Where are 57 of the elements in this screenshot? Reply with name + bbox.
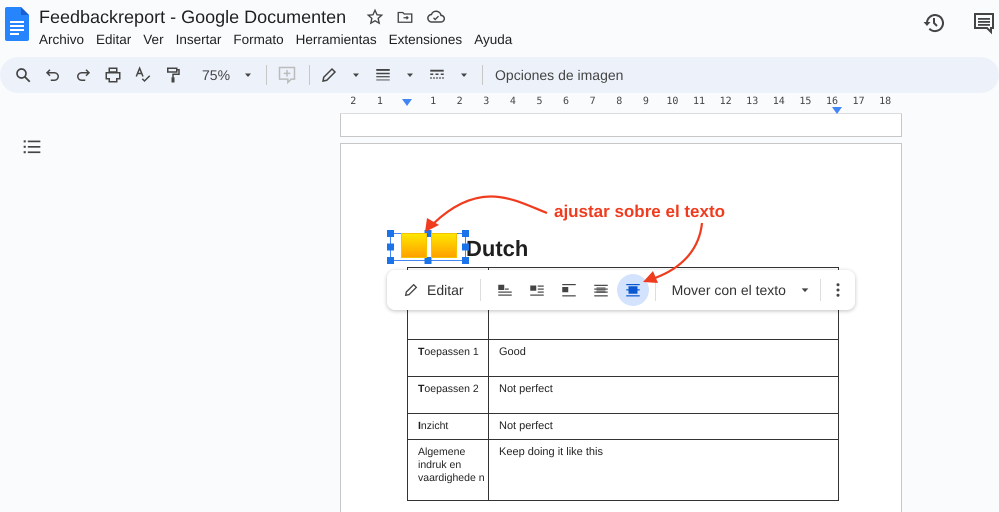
- ruler-number: 15: [798, 97, 812, 107]
- ruler-number: 9: [642, 97, 650, 107]
- wrap-icon: [624, 281, 642, 299]
- menu-item[interactable]: Ver: [143, 32, 171, 47]
- ruler-number: 12: [718, 97, 733, 107]
- ruler-number: 16: [824, 97, 839, 107]
- ruler-number: 7: [588, 97, 597, 107]
- ruler-number: 8: [615, 97, 624, 107]
- print-icon[interactable]: [104, 66, 122, 84]
- ruler-number: 1: [429, 97, 438, 107]
- ruler-number: 17: [852, 97, 866, 107]
- edit-button[interactable]: Editar: [403, 282, 464, 298]
- menu-item[interactable]: Ayuda: [474, 32, 520, 47]
- history-icon[interactable]: [922, 11, 946, 35]
- heading: Dutch: [466, 235, 528, 263]
- image-options-button[interactable]: Opciones de imagen: [495, 67, 624, 83]
- pencil-icon: [403, 282, 419, 298]
- menu-item[interactable]: Extensiones: [388, 32, 470, 47]
- table-cell-text: Keep doing it like this: [499, 446, 604, 459]
- position-dropdown[interactable]: Mover con el texto: [668, 282, 814, 298]
- ruler-number: 2: [349, 97, 358, 107]
- search-icon[interactable]: [14, 66, 32, 84]
- ruler-number: 18: [878, 97, 892, 107]
- star-icon[interactable]: [366, 8, 384, 26]
- menu-item[interactable]: Herramientas: [296, 32, 384, 47]
- menu-item[interactable]: Editar: [96, 32, 138, 47]
- docs-logo[interactable]: [5, 7, 29, 41]
- zoom-select[interactable]: 75%: [202, 67, 230, 83]
- pencil-icon[interactable]: [320, 66, 338, 84]
- ruler-number: 13: [745, 97, 760, 107]
- ruler-number: 2: [456, 97, 464, 107]
- ruler-number: 3: [482, 97, 490, 107]
- menu-item[interactable]: Insertar: [176, 32, 228, 47]
- table-cell-text: Toepassen 1: [418, 346, 480, 359]
- paint-roller-icon[interactable]: [164, 66, 182, 84]
- indent-marker[interactable]: [402, 99, 412, 106]
- ruler-number: 1: [376, 97, 384, 107]
- table-cell-text: Good: [499, 346, 527, 359]
- menu-item[interactable]: Archivo: [39, 32, 92, 47]
- ruler-number: 4: [508, 97, 517, 107]
- table-cell-text: Not perfect: [499, 420, 554, 433]
- ruler-number: 5: [535, 97, 544, 107]
- menu-item[interactable]: Formato: [233, 32, 291, 47]
- document-title[interactable]: Feedbackreport - Google Documenten: [39, 6, 346, 28]
- table-cell-text: Not perfect: [499, 383, 554, 396]
- table-cell: Algemene indruk en vaardighede n: [418, 446, 486, 485]
- ruler-number: 11: [692, 97, 706, 107]
- wrap-icon: [560, 281, 578, 299]
- table-cell-text: Toepassen 2: [418, 383, 480, 396]
- annotation-text: ajustar sobre el texto: [554, 202, 726, 222]
- table-cell-text: Inzicht: [418, 420, 450, 433]
- wrap-option-button[interactable]: [616, 274, 649, 306]
- ruler-number: 10: [665, 97, 680, 107]
- spellcheck-icon[interactable]: [134, 66, 152, 84]
- ruler-number: 14: [772, 97, 786, 107]
- ruler-number: 6: [562, 97, 570, 107]
- comment-icon[interactable]: [972, 11, 996, 35]
